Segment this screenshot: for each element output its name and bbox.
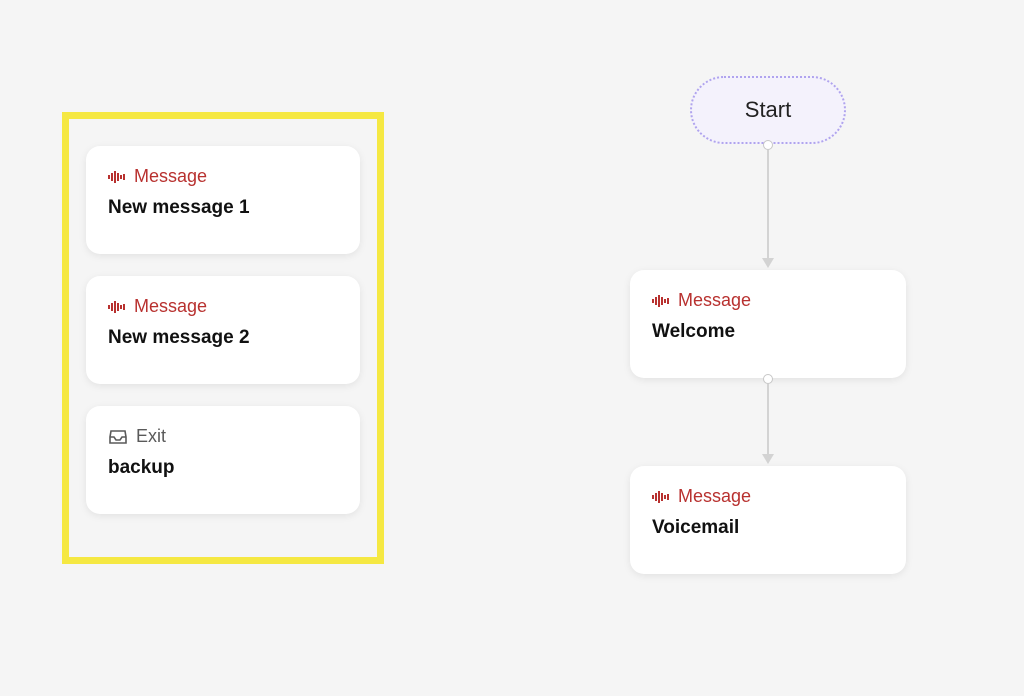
flow-node-voicemail[interactable]: Message Voicemail	[630, 466, 906, 574]
start-label: Start	[745, 97, 791, 123]
connector-port[interactable]	[763, 374, 773, 384]
card-title: Welcome	[652, 321, 884, 343]
card-header: Message	[652, 290, 884, 311]
card-type-label: Exit	[136, 426, 166, 447]
card-type-label: Message	[678, 486, 751, 507]
card-header: Exit	[108, 426, 338, 447]
palette-card-exit[interactable]: Exit backup	[86, 406, 360, 514]
start-node[interactable]: Start	[690, 76, 846, 144]
card-type-label: Message	[134, 166, 207, 187]
palette-card-message-1[interactable]: Message New message 1	[86, 146, 360, 254]
audio-wave-icon	[652, 490, 670, 504]
audio-wave-icon	[108, 300, 126, 314]
connector-port[interactable]	[763, 140, 773, 150]
flow-node-welcome[interactable]: Message Welcome	[630, 270, 906, 378]
card-title: New message 2	[108, 327, 338, 349]
card-title: backup	[108, 457, 338, 479]
card-header: Message	[108, 296, 338, 317]
card-header: Message	[652, 486, 884, 507]
card-type-label: Message	[134, 296, 207, 317]
connector-line	[767, 150, 769, 258]
connector-line	[767, 384, 769, 454]
arrow-head-icon	[762, 454, 774, 464]
card-title: Voicemail	[652, 517, 884, 539]
audio-wave-icon	[652, 294, 670, 308]
arrow-head-icon	[762, 258, 774, 268]
inbox-icon	[108, 429, 128, 445]
palette-card-message-2[interactable]: Message New message 2	[86, 276, 360, 384]
audio-wave-icon	[108, 170, 126, 184]
card-header: Message	[108, 166, 338, 187]
card-type-label: Message	[678, 290, 751, 311]
card-title: New message 1	[108, 197, 338, 219]
